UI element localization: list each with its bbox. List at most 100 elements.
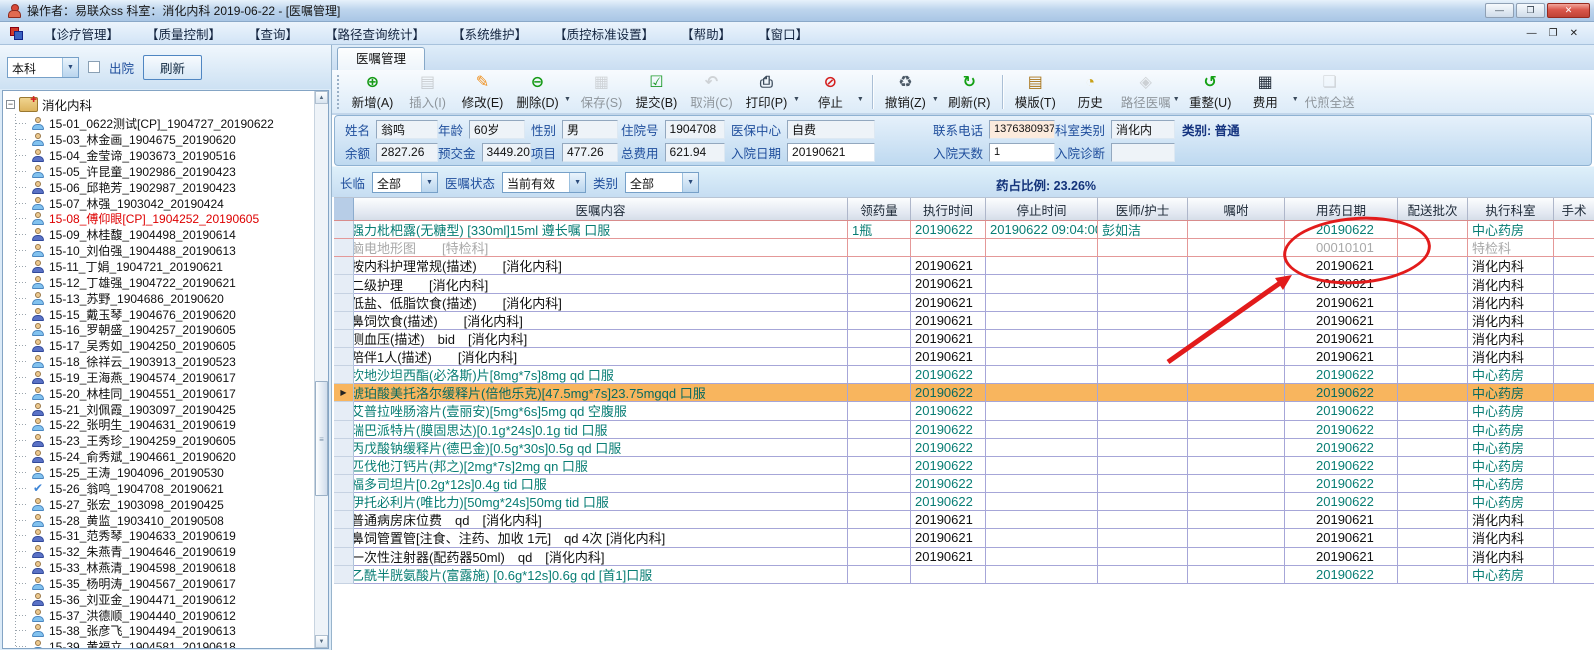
info-field-value[interactable]: 13763809376 xyxy=(989,119,1055,139)
menu-item-1[interactable]: 【质量控制】 xyxy=(146,24,221,43)
order-row[interactable]: 测血压(描述) bid [消化内科] 20190621 20190621 消化内科 xyxy=(334,329,1594,348)
minimize-icon[interactable]: — xyxy=(1485,3,1514,18)
info-field-value[interactable]: 2827.26 xyxy=(376,142,438,162)
chevron-down-icon[interactable]: ▼ xyxy=(682,172,699,192)
order-row[interactable]: 丙戊酸钠缓释片(德巴金)[0.5g*30s]0.5g qd 口服 20190622… xyxy=(334,438,1594,457)
patient-tree-item[interactable]: 15-18_徐祥云_1903913_20190523 xyxy=(3,354,328,370)
close-icon[interactable]: ✕ xyxy=(1547,3,1590,18)
sidebar-refresh-button[interactable]: 刷新 xyxy=(143,54,203,80)
patient-tree-item[interactable]: 15-28_黄监_1903410_20190508 xyxy=(3,512,328,528)
patient-tree-item[interactable]: 15-19_王海燕_1904574_20190617 xyxy=(3,370,328,386)
info-field-value[interactable] xyxy=(1111,142,1176,162)
patient-tree-item[interactable]: 15-17_吴秀如_1904250_20190605 xyxy=(3,338,328,354)
dropdown-arrow-icon[interactable]: ▼ xyxy=(793,96,800,103)
info-field-value[interactable]: 1904708 xyxy=(664,119,725,139)
column-header-5[interactable]: 医师/护士 xyxy=(1098,198,1188,220)
order-row[interactable]: 乙酰半胱氨酸片(富露施) [0.6g*12s]0.6g qd [首1]口服 201… xyxy=(334,565,1594,584)
mdi-close-icon[interactable]: ✕ xyxy=(1570,28,1578,39)
info-field-value[interactable]: 自费 xyxy=(787,119,876,139)
column-header-4[interactable]: 停止时间 xyxy=(986,198,1098,220)
status-filter-select[interactable]: 当前有效 ▼ xyxy=(502,171,587,193)
order-row[interactable]: 脑电地形图 [特检科] 00010101 特检科 xyxy=(334,239,1594,258)
patient-tree-item[interactable]: 15-32_朱燕青_1904646_20190619 xyxy=(3,544,328,560)
patient-tree-item[interactable]: 15-22_张明生_1904631_20190619 xyxy=(3,417,328,433)
dropdown-arrow-icon[interactable]: ▼ xyxy=(932,96,939,103)
menu-item-3[interactable]: 【路径查询统计】 xyxy=(325,24,425,43)
patient-tree-item[interactable]: 15-11_丁娟_1904721_20190621 xyxy=(3,259,328,275)
patient-tree-item[interactable]: 15-05_许昆童_1902986_20190423 xyxy=(3,164,328,180)
dropdown-arrow-icon[interactable]: ▼ xyxy=(1173,96,1180,103)
toolbar-button-print[interactable]: ⎙ 打印(P) xyxy=(739,71,794,112)
dropdown-arrow-icon[interactable]: ▼ xyxy=(564,96,571,103)
chevron-down-icon[interactable]: ▼ xyxy=(62,57,78,77)
tree-expander-icon[interactable]: − xyxy=(6,100,15,109)
info-field-value[interactable]: 消化内 xyxy=(1111,119,1176,139)
column-header-2[interactable]: 领药量 xyxy=(848,198,911,220)
patient-tree-item[interactable]: 15-16_罗朝盛_1904257_20190605 xyxy=(3,322,328,338)
menu-item-6[interactable]: 【帮助】 xyxy=(681,24,731,43)
toolbar-button-edit[interactable]: ✎ 修改(E) xyxy=(455,71,510,112)
restore-icon[interactable]: ❐ xyxy=(1516,3,1545,18)
mdi-minimize-icon[interactable]: — xyxy=(1527,28,1537,39)
column-header-10[interactable]: 手术 xyxy=(1554,198,1594,220)
patient-tree-item[interactable]: 15-27_张宏_1903098_20190425 xyxy=(3,496,328,512)
order-row[interactable]: 鼻饲饮食(描述) [消化内科] 20190621 20190621 消化内科 xyxy=(334,311,1594,330)
chevron-down-icon[interactable]: ▼ xyxy=(569,172,586,192)
patient-tree-item[interactable]: 15-33_林燕清_1904598_20190618 xyxy=(3,560,328,576)
patient-tree-item[interactable]: 15-31_范秀琴_1904633_20190619 xyxy=(3,528,328,544)
patient-tree-item[interactable]: 15-10_刘伯强_1904488_20190613 xyxy=(3,243,328,259)
tree-scrollbar[interactable]: ▲ ≡ ▼ xyxy=(314,91,328,648)
patient-tree-item[interactable]: 15-35_杨明涛_1904567_20190617 xyxy=(3,575,328,591)
order-row[interactable]: 瑞巴派特片(膜固思达)[0.1g*24s]0.1g tid 口服 20190622… xyxy=(334,420,1594,439)
patient-tree-item[interactable]: 15-04_金莹谛_1903673_20190516 xyxy=(3,148,328,164)
patient-tree-item[interactable]: 15-03_林金画_1904675_20190620 xyxy=(3,132,328,148)
toolbar-button-reorg[interactable]: ↺ 重整(U) xyxy=(1183,71,1238,112)
patient-tree-item[interactable]: 15-01_0622测试[CP]_1904727_20190622 xyxy=(3,116,328,132)
toolbar-button-history[interactable]: ◔ 历史 xyxy=(1063,71,1118,112)
order-row[interactable]: 艾普拉唑肠溶片(壹丽安)[5mg*6s]5mg qd 空腹服 20190622 20… xyxy=(334,402,1594,421)
patient-tree-item[interactable]: 15-12_丁雄强_1904722_20190621 xyxy=(3,274,328,290)
order-row[interactable]: 一次性注射器(配药器50ml) qd [消化内科] 20190621 2019062… xyxy=(334,547,1594,566)
column-header-6[interactable]: 嘱咐 xyxy=(1188,198,1285,220)
patient-tree-item[interactable]: 15-09_林桂馥_1904498_20190614 xyxy=(3,227,328,243)
menu-item-7[interactable]: 【窗口】 xyxy=(758,24,808,43)
order-row[interactable]: 按内科护理常规(描述) [消化内科] 20190621 20190621 消化内科 xyxy=(334,257,1594,276)
order-row[interactable]: 伊托必利片(唯比力)[50mg*24s]50mg tid 口服 20190622 2… xyxy=(334,493,1594,512)
patient-tree-item[interactable]: 15-24_俞秀斌_1904661_20190620 xyxy=(3,449,328,465)
order-row[interactable]: 强力枇杷露(无糖型) [330ml]15ml 遵长嘱 口服 1瓶 20190622 2… xyxy=(334,221,1594,240)
patient-tree-item[interactable]: 15-07_林强_1903042_20190424 xyxy=(3,195,328,211)
column-header-7[interactable]: 用药日期 xyxy=(1285,198,1398,220)
order-row[interactable]: 福多司坦片[0.2g*12s]0.4g tid 口服 20190622 201906… xyxy=(334,474,1594,494)
scroll-down-icon[interactable]: ▼ xyxy=(315,635,328,648)
patient-tree-item[interactable]: 15-38_张彦飞_1904494_20190613 xyxy=(3,623,328,639)
info-field-value[interactable]: 20190621 xyxy=(787,142,876,162)
info-field-value[interactable]: 男 xyxy=(562,119,619,139)
toolbar-button-add[interactable]: ⊕ 新增(A) xyxy=(345,71,400,112)
order-row[interactable]: ▶ 琥珀酸美托洛尔缓释片(倍他乐克)[47.5mg*7s]23.75mgqd 口服… xyxy=(334,384,1594,403)
patient-tree-item[interactable]: 15-13_苏野_1904686_20190620 xyxy=(3,290,328,306)
info-field-value[interactable]: 477.26 xyxy=(562,142,619,162)
tab-orders-management[interactable]: 医嘱管理 xyxy=(337,47,425,70)
patient-tree-item[interactable]: 15-25_王涛_1904096_20190530 xyxy=(3,465,328,481)
chevron-down-icon[interactable]: ▼ xyxy=(421,172,438,192)
discharge-checkbox[interactable] xyxy=(88,61,100,73)
menu-item-5[interactable]: 【质控标准设置】 xyxy=(554,24,654,43)
patient-tree-item[interactable]: 15-36_刘亚金_1904471_20190612 xyxy=(3,591,328,607)
order-row[interactable]: 普通病房床位费 qd [消化内科] 20190621 20190621 消化内科 xyxy=(334,511,1594,530)
toolbar-button-trash[interactable]: ♻ 撤销(Z) xyxy=(878,71,933,112)
tree-root-dept[interactable]: − 消化内科 xyxy=(3,91,328,116)
menu-item-2[interactable]: 【查询】 xyxy=(248,24,298,43)
column-header-3[interactable]: 执行时间 xyxy=(911,198,986,220)
patient-tree-item[interactable]: 15-08_傅仰眼[CP]_1904252_20190605 xyxy=(3,211,328,227)
order-row[interactable]: 鼻饲管置管[注食、注药、加收 1元] qd 4次 [消化内科] 20190621 2… xyxy=(334,529,1594,548)
info-field-value[interactable]: 翁鸣 xyxy=(376,119,438,139)
patient-tree-item[interactable]: 15-15_戴玉琴_1904676_20190620 xyxy=(3,306,328,322)
toolbar-button-stop[interactable]: ⊘ 停止 xyxy=(803,71,858,112)
info-field-value[interactable]: 621.94 xyxy=(664,142,725,162)
scroll-up-icon[interactable]: ▲ xyxy=(315,91,328,104)
menu-item-4[interactable]: 【系统维护】 xyxy=(452,24,527,43)
order-row[interactable]: 匹伐他汀钙片(邦之)[2mg*7s]2mg qn 口服 20190622 20190… xyxy=(334,456,1594,475)
column-header-9[interactable]: 执行科室 xyxy=(1468,198,1554,220)
patient-tree-item[interactable]: ✔ 15-26_翁鸣_1904708_20190621 xyxy=(3,480,328,496)
order-row[interactable]: 二级护理 [消化内科] 20190621 20190621 消化内科 xyxy=(334,275,1594,294)
